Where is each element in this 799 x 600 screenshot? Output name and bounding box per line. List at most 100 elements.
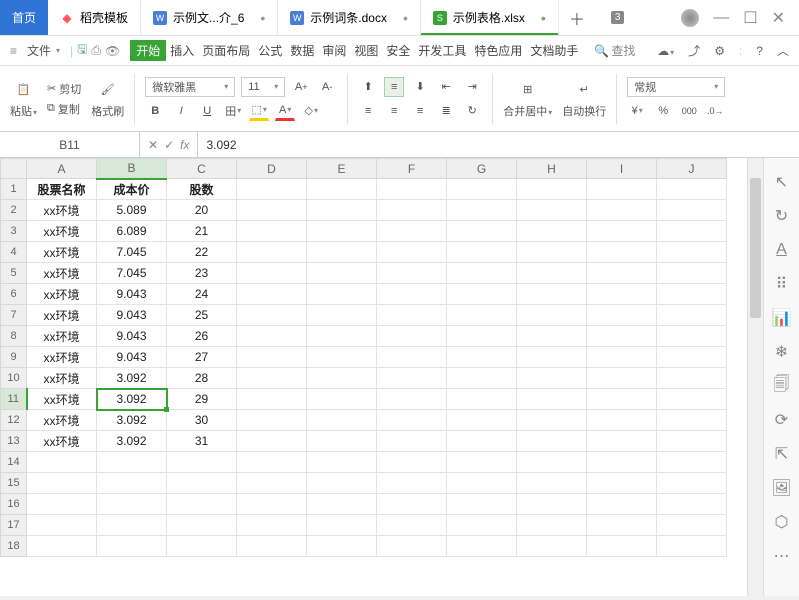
cell[interactable] (447, 221, 517, 242)
cell[interactable] (587, 536, 657, 557)
cell[interactable] (657, 326, 727, 347)
col-header-J[interactable]: J (657, 159, 727, 179)
cell[interactable] (657, 515, 727, 536)
cell-C7[interactable]: 25 (167, 305, 237, 326)
cell[interactable] (657, 431, 727, 452)
row-header-10[interactable]: 10 (1, 368, 27, 389)
new-tab-button[interactable]: ＋ (559, 0, 595, 35)
cell[interactable] (237, 326, 307, 347)
align-middle-icon[interactable]: ≡ (384, 77, 404, 97)
wrap-text-button[interactable]: ↵ 自动换行 (562, 79, 606, 119)
align-bottom-icon[interactable]: ⬇ (410, 77, 430, 97)
cell-A8[interactable]: xx环境 (27, 326, 97, 347)
align-left-icon[interactable]: ≡ (358, 101, 378, 121)
clear-format-button[interactable]: ◇▾ (301, 101, 321, 121)
cell-C11[interactable]: 29 (167, 389, 237, 410)
row-header-17[interactable]: 17 (1, 515, 27, 536)
cell[interactable] (377, 473, 447, 494)
align-top-icon[interactable]: ⬆ (358, 77, 378, 97)
justify-icon[interactable]: ≣ (436, 101, 456, 121)
tab-home[interactable]: 首页 (0, 0, 48, 35)
cell-B13[interactable]: 3.092 (97, 431, 167, 452)
cell[interactable] (587, 179, 657, 200)
cell[interactable] (657, 263, 727, 284)
shield-icon[interactable]: ⬡ (772, 512, 792, 532)
cell[interactable] (237, 347, 307, 368)
cell[interactable] (237, 431, 307, 452)
cell-B2[interactable]: 5.089 (97, 200, 167, 221)
cell[interactable] (587, 200, 657, 221)
row-header-4[interactable]: 4 (1, 242, 27, 263)
menu-tab-5[interactable]: 审阅 (318, 40, 350, 61)
cell[interactable] (97, 473, 167, 494)
select-all-corner[interactable] (1, 159, 27, 179)
cell-A7[interactable]: xx环境 (27, 305, 97, 326)
col-header-E[interactable]: E (307, 159, 377, 179)
cell-B10[interactable]: 3.092 (97, 368, 167, 389)
cell[interactable] (587, 305, 657, 326)
cell-C8[interactable]: 26 (167, 326, 237, 347)
cell[interactable] (447, 179, 517, 200)
settings-icon[interactable]: ⚙ (714, 44, 725, 58)
tab-doc1[interactable]: W 示例文...介_6 • (141, 0, 278, 35)
row-header-1[interactable]: 1 (1, 179, 27, 200)
menu-tab-1[interactable]: 插入 (166, 40, 198, 61)
cell[interactable] (657, 221, 727, 242)
clipboard-icon[interactable]: 🗐 (772, 376, 792, 396)
maximize-icon[interactable]: ☐ (743, 8, 757, 28)
border-button[interactable]: 田▾ (223, 101, 243, 121)
cell[interactable] (237, 473, 307, 494)
cell[interactable] (237, 494, 307, 515)
collapse-ribbon-icon[interactable]: ︿ (777, 42, 789, 59)
cell[interactable] (657, 305, 727, 326)
menu-tab-7[interactable]: 安全 (382, 40, 414, 61)
hamburger-icon[interactable]: ≡ (10, 44, 17, 58)
cell[interactable] (447, 494, 517, 515)
cell-B11[interactable]: 3.092 (97, 389, 167, 410)
cell-B1[interactable]: 成本价 (97, 179, 167, 200)
cell[interactable] (237, 368, 307, 389)
copy-button[interactable]: ⧉复制 (47, 101, 81, 117)
cell[interactable] (587, 326, 657, 347)
cell[interactable] (377, 200, 447, 221)
cell[interactable] (307, 410, 377, 431)
cell-C12[interactable]: 30 (167, 410, 237, 431)
cell[interactable] (27, 515, 97, 536)
cell[interactable] (377, 179, 447, 200)
confirm-icon[interactable]: ✓ (164, 138, 174, 152)
minimize-icon[interactable]: — (713, 9, 729, 27)
align-center-icon[interactable]: ≡ (384, 101, 404, 121)
align-right-icon[interactable]: ≡ (410, 101, 430, 121)
cell[interactable] (517, 410, 587, 431)
formula-input[interactable]: 3.092 (198, 138, 799, 152)
cell[interactable] (447, 326, 517, 347)
font-a-icon[interactable]: A (772, 240, 792, 260)
cell[interactable] (307, 473, 377, 494)
underline-button[interactable]: U (197, 101, 217, 121)
cell-C9[interactable]: 27 (167, 347, 237, 368)
col-header-D[interactable]: D (237, 159, 307, 179)
cell-A9[interactable]: xx环境 (27, 347, 97, 368)
cell[interactable] (517, 536, 587, 557)
fill-color-button[interactable]: ⬚▾ (249, 101, 269, 121)
cell[interactable] (307, 347, 377, 368)
cell[interactable] (447, 410, 517, 431)
cell-C10[interactable]: 28 (167, 368, 237, 389)
avatar[interactable] (681, 9, 699, 27)
cell[interactable] (167, 452, 237, 473)
italic-button[interactable]: I (171, 101, 191, 121)
decrease-font-icon[interactable]: A- (317, 77, 337, 97)
cell[interactable] (237, 263, 307, 284)
cell[interactable] (377, 515, 447, 536)
cell[interactable] (447, 347, 517, 368)
indent-increase-icon[interactable]: ⇥ (462, 77, 482, 97)
cloud-icon[interactable]: ☁▾ (657, 44, 674, 58)
col-header-H[interactable]: H (517, 159, 587, 179)
cell[interactable] (587, 368, 657, 389)
cell[interactable] (237, 515, 307, 536)
row-header-14[interactable]: 14 (1, 452, 27, 473)
cell[interactable] (587, 242, 657, 263)
cell[interactable] (307, 389, 377, 410)
cell[interactable] (657, 200, 727, 221)
cell[interactable] (517, 263, 587, 284)
